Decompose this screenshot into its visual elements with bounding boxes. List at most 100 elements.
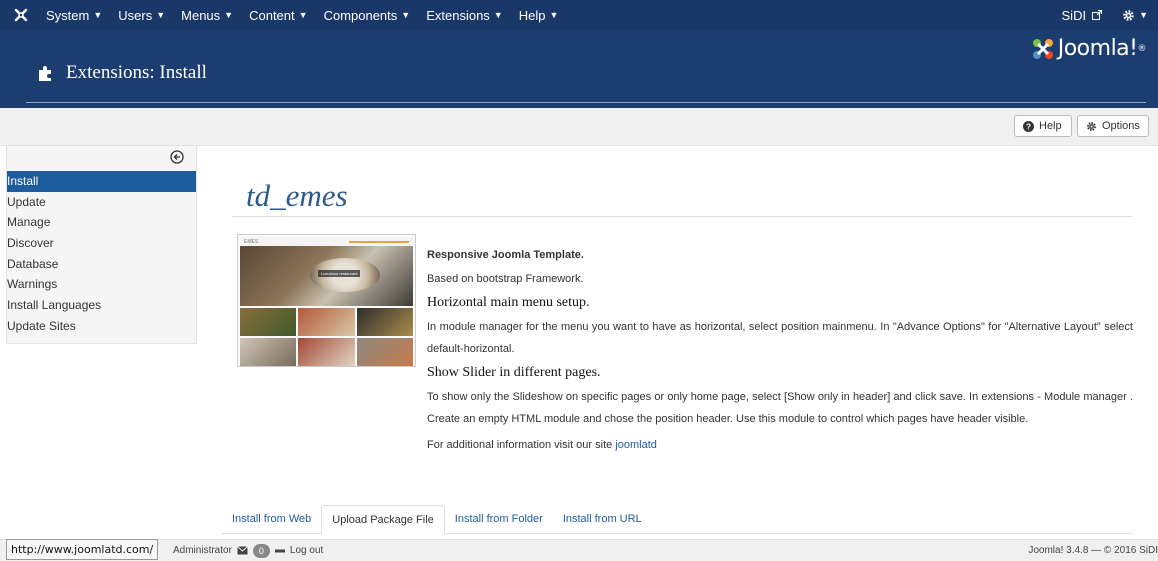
options-button-label: Options: [1102, 120, 1140, 132]
sidebar-item-database[interactable]: Database: [7, 254, 196, 275]
sidebar-item-warnings[interactable]: Warnings: [7, 274, 196, 295]
sidebar-item-update-sites[interactable]: Update Sites: [7, 316, 196, 337]
install-tabs: Install from Web Upload Package File Ins…: [222, 505, 1132, 534]
sidebar-item-label: Install Languages: [7, 298, 102, 313]
gear-icon: [1086, 121, 1097, 132]
help-button-label: Help: [1039, 120, 1062, 132]
sidebar-item-label: Install: [7, 174, 39, 188]
thumbnail-header-text: EMES: [244, 238, 259, 245]
tab-install-from-url[interactable]: Install from URL: [553, 505, 652, 534]
menu-label: Extensions: [426, 7, 490, 23]
tab-label: Install from Web: [232, 513, 312, 525]
menu-menus[interactable]: Menus ▼: [173, 0, 241, 30]
user-settings-menu[interactable]: ▼: [1112, 0, 1158, 30]
tab-install-from-folder[interactable]: Install from Folder: [445, 505, 553, 534]
header-divider: [26, 102, 1146, 103]
tab-label: Install from URL: [562, 513, 642, 525]
extension-description: Responsive Joomla Template. Based on boo…: [427, 244, 1133, 456]
logout-label: Log out: [289, 545, 324, 556]
admin-menu-bar: System ▼ Users ▼ Menus ▼ Content ▼ Component…: [0, 0, 1158, 30]
menu-label: Users: [118, 7, 153, 23]
thumbnail-gallery: [240, 308, 413, 366]
thumbnail-header: EMES: [240, 237, 413, 246]
thumbnail-tile: [240, 308, 297, 336]
sidebar: Install Update Manage Discover Database …: [6, 146, 197, 344]
caret-down-icon: ▼: [224, 10, 234, 20]
description-heading: Responsive Joomla Template.: [427, 249, 584, 261]
status-bar: Administrator 0 Log out http://www.jooml…: [0, 539, 1158, 561]
more-info-text: For additional information visit our sit…: [427, 434, 1133, 456]
description-text: In module manager for the menu you want …: [427, 321, 1133, 355]
joomla-icon[interactable]: [4, 8, 38, 22]
caret-down-icon: ▼: [549, 10, 559, 20]
menu-components[interactable]: Components ▼: [316, 0, 419, 30]
menu-label: Menus: [181, 7, 221, 23]
description-heading: Horizontal main menu setup.: [427, 295, 590, 310]
sidebar-menu: Install Update Manage Discover Database …: [7, 171, 196, 337]
joomla-logo-icon: [1032, 38, 1054, 60]
tab-install-from-web[interactable]: Install from Web: [222, 505, 321, 534]
page-title: Extensions: Install: [38, 62, 207, 84]
envelope-icon[interactable]: [237, 546, 248, 555]
extension-name: td_emes: [246, 178, 348, 213]
tab-upload-package-file[interactable]: Upload Package File: [321, 505, 445, 534]
sidebar-item-label: Discover: [7, 236, 54, 251]
registered-mark: ®: [1137, 43, 1147, 54]
thumbnail-tile: [298, 308, 355, 336]
page-header: Extensions: Install Joomla! ®: [0, 30, 1158, 108]
menu-label: Components: [323, 7, 398, 23]
logout-link[interactable]: Log out: [290, 545, 323, 556]
page-title-text: Extensions: Install: [66, 62, 207, 83]
caret-down-icon: ▼: [401, 10, 411, 20]
sidebar-item-install-languages[interactable]: Install Languages: [7, 295, 196, 316]
external-link-icon: [1092, 10, 1103, 20]
sidebar-item-label: Warnings: [7, 277, 58, 292]
puzzle-icon: [38, 64, 54, 82]
copyright-text: Joomla! 3.4.8 — © 2016 SiDI: [1028, 545, 1158, 556]
template-thumbnail: EMES Luxurious restaurant: [237, 234, 416, 367]
sidebar-item-install[interactable]: Install: [7, 171, 196, 192]
caret-down-icon: ▼: [1139, 10, 1148, 20]
caret-down-icon: ▼: [93, 10, 103, 20]
caret-down-icon: ▼: [493, 10, 503, 20]
more-info-prefix: For additional information visit our sit…: [427, 439, 616, 451]
caret-down-icon: ▼: [156, 10, 166, 20]
menu-help[interactable]: Help ▼: [511, 0, 567, 30]
thumbnail-tile: [356, 308, 413, 336]
svg-text:?: ?: [1026, 122, 1031, 131]
status-items: Administrator 0 Log out: [173, 543, 328, 558]
minus-icon: [274, 549, 285, 553]
sidebar-item-label: Database: [7, 256, 59, 271]
thumbnail-hero: Luxurious restaurant: [240, 246, 413, 306]
thumbnail-tile: [298, 338, 355, 366]
help-button[interactable]: ? Help: [1014, 115, 1072, 137]
message-count-badge[interactable]: 0: [252, 543, 270, 558]
options-button[interactable]: Options: [1077, 115, 1149, 137]
sidebar-item-discover[interactable]: Discover: [7, 233, 196, 254]
sidebar-item-manage[interactable]: Manage: [7, 212, 196, 233]
joomla-logo-text: Joomla!: [1057, 36, 1138, 61]
collapse-sidebar-icon[interactable]: [170, 150, 184, 164]
menu-extensions[interactable]: Extensions ▼: [418, 0, 511, 30]
link-url-tooltip: http://www.joomlatd.com/: [6, 539, 159, 560]
joomla-logo: Joomla! ®: [1032, 36, 1146, 61]
thumbnail-caption: Luxurious restaurant: [318, 270, 361, 277]
menu-system[interactable]: System ▼: [38, 0, 110, 30]
thumbnail-tile: [240, 338, 297, 366]
joomlatd-link[interactable]: joomlatd: [615, 439, 657, 451]
menu-label: Content: [249, 7, 295, 23]
thumbnail-tile: [356, 338, 413, 366]
sidebar-item-update[interactable]: Update: [7, 192, 196, 213]
sidebar-item-label: Update: [7, 194, 46, 209]
tab-label: Upload Package File: [332, 514, 434, 526]
sidebar-item-label: Manage: [7, 215, 51, 230]
admin-label: Administrator: [173, 545, 232, 556]
site-link[interactable]: SiDI: [1052, 0, 1113, 30]
gear-icon: [1122, 9, 1135, 22]
thumbnail-menu-bar: [349, 240, 409, 243]
admin-link[interactable]: Administrator: [173, 545, 232, 556]
menu-content[interactable]: Content ▼: [241, 0, 315, 30]
site-link-label: SiDI: [1061, 7, 1087, 23]
menu-users[interactable]: Users ▼: [110, 0, 173, 30]
title-divider: [232, 216, 1132, 217]
